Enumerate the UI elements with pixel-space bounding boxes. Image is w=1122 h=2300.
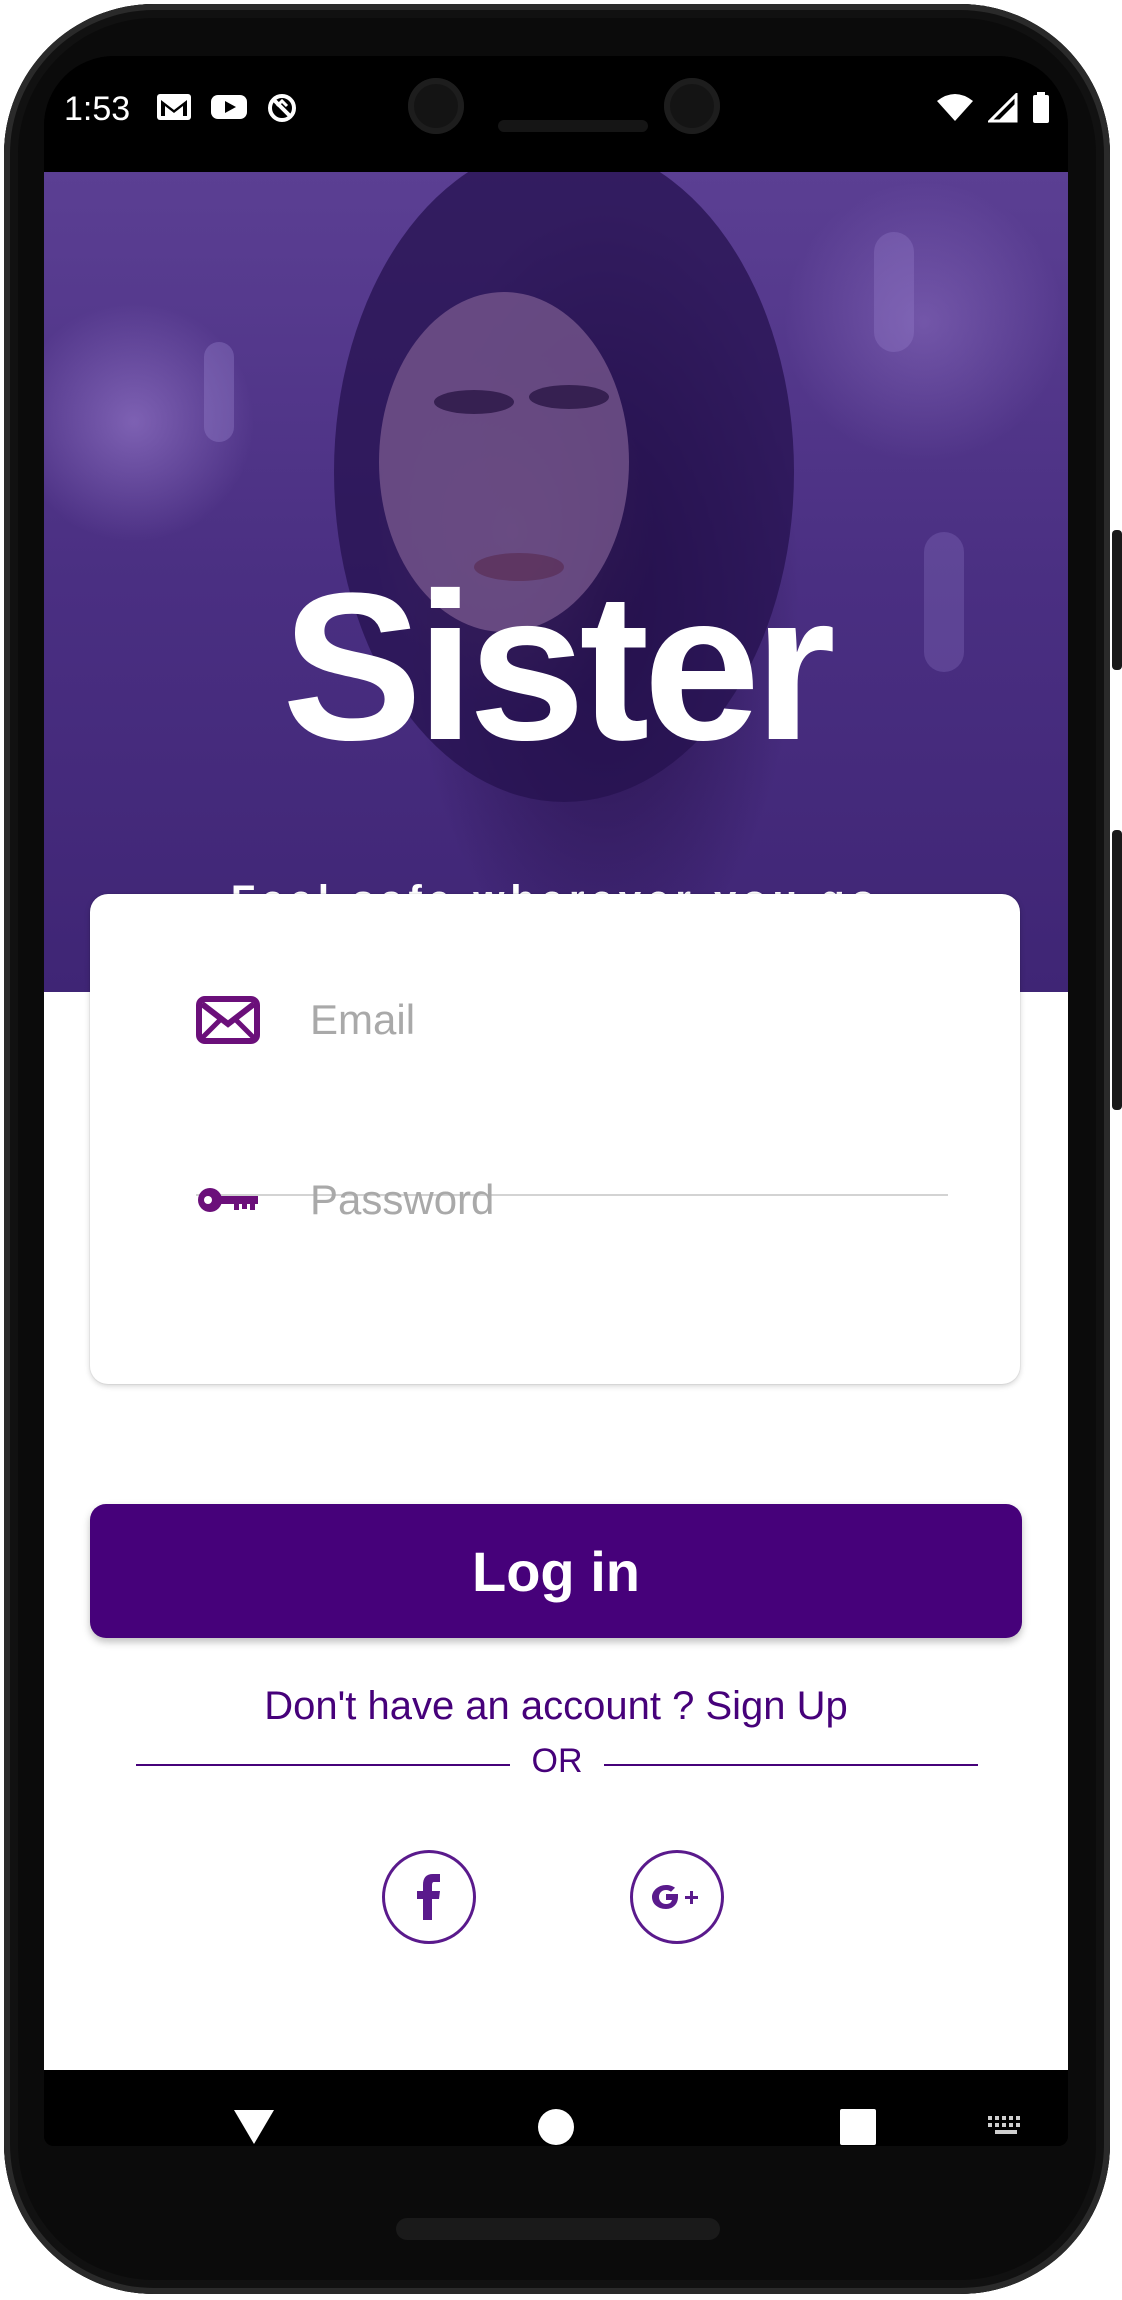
youtube-icon	[211, 95, 247, 119]
status-time: 1:53	[64, 90, 131, 128]
or-divider: OR	[136, 1742, 978, 1782]
wifi-icon	[937, 94, 973, 121]
login-button[interactable]: Log in	[90, 1504, 1022, 1638]
recents-icon	[840, 2109, 876, 2145]
camera-notch	[374, 56, 758, 168]
bottom-speaker-grille	[396, 2218, 720, 2240]
front-camera-left	[408, 78, 464, 134]
or-label: OR	[531, 1742, 583, 1780]
google-plus-icon	[652, 1885, 698, 1909]
status-icons-right	[936, 92, 1050, 124]
screen: 1:53 Sister Email Log in Don't have an a…	[44, 56, 1068, 2146]
keyboard-icon	[988, 2116, 1020, 2134]
earpiece-speaker	[498, 120, 648, 132]
back-button[interactable]	[224, 2070, 284, 2146]
battery-icon	[1033, 92, 1049, 123]
google-plus-login-button[interactable]	[630, 1850, 724, 1944]
or-line-right	[604, 1764, 978, 1766]
email-input[interactable]	[308, 984, 932, 1056]
password-input[interactable]	[308, 1164, 932, 1236]
signal-icon	[988, 93, 1018, 123]
power-button	[1112, 530, 1122, 670]
keyboard-switch-button[interactable]	[976, 2070, 1036, 2146]
hero-banner: Sister Feel safe wherever you go	[44, 172, 1068, 992]
device: 1:53 Sister Email Log in Don't have an a…	[0, 0, 1122, 2300]
status-bar: 1:53	[44, 56, 1068, 172]
sync-off-icon	[268, 94, 296, 122]
login-card	[90, 894, 1020, 1384]
volume-button	[1112, 830, 1122, 1110]
gmail-icon	[157, 94, 191, 120]
home-icon	[538, 2109, 574, 2145]
app-logo: Sister	[282, 549, 836, 784]
recents-button[interactable]	[828, 2070, 888, 2146]
signup-link[interactable]: Don't have an account ? Sign Up	[44, 1684, 1068, 1729]
facebook-login-button[interactable]	[382, 1850, 476, 1944]
email-field[interactable]	[196, 974, 948, 1064]
facebook-icon	[417, 1874, 440, 1920]
status-icons-left	[156, 92, 298, 124]
mail-icon	[196, 996, 260, 1044]
front-camera-right	[664, 78, 720, 134]
home-button[interactable]	[526, 2070, 586, 2146]
back-icon	[234, 2110, 274, 2144]
key-icon	[198, 1188, 258, 1212]
password-field[interactable]	[196, 1154, 948, 1244]
system-nav-bar	[44, 2070, 1068, 2146]
